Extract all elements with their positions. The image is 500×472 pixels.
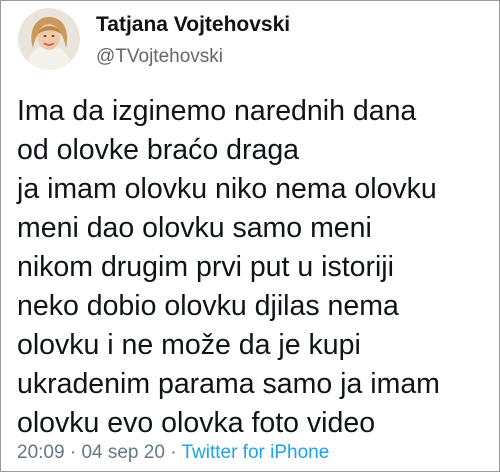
separator-dot: ·: [170, 442, 177, 463]
tweet-line: od olovke braćo draga: [17, 134, 300, 166]
avatar[interactable]: [18, 8, 80, 70]
separator-dot: ·: [69, 442, 77, 463]
tweet-line: Ima da izginemo narednih dana: [17, 95, 417, 127]
author-name[interactable]: Tatjana Vojtehovski: [96, 13, 290, 37]
tweet-meta: 20:09 · 04 sep 20 · Twitter for iPhone: [17, 442, 329, 464]
tweet-line: neko dobio olovku djilas nema: [17, 290, 399, 322]
tweet-time[interactable]: 20:09: [17, 442, 65, 463]
tweet-line: olovku i ne može da je kupi: [17, 329, 361, 361]
tweet-line: olovku evo olovka foto video: [17, 407, 376, 439]
tweet-text: Ima da izginemo narednih dana od olovke …: [17, 92, 495, 443]
tweet-line: ukradenim parama samo ja imam: [17, 368, 440, 400]
tweet-date[interactable]: 04 sep 20: [81, 442, 164, 463]
tweet-line: ja imam olovku niko nema olovku: [17, 173, 437, 205]
author-handle[interactable]: @TVojtehovski: [96, 46, 223, 68]
tweet-line: nikom drugim prvi put u istoriji: [17, 251, 394, 283]
tweet-line: meni dao olovku samo meni: [17, 212, 372, 244]
profile-photo: [18, 8, 80, 70]
tweet-source-link[interactable]: Twitter for iPhone: [181, 442, 329, 463]
